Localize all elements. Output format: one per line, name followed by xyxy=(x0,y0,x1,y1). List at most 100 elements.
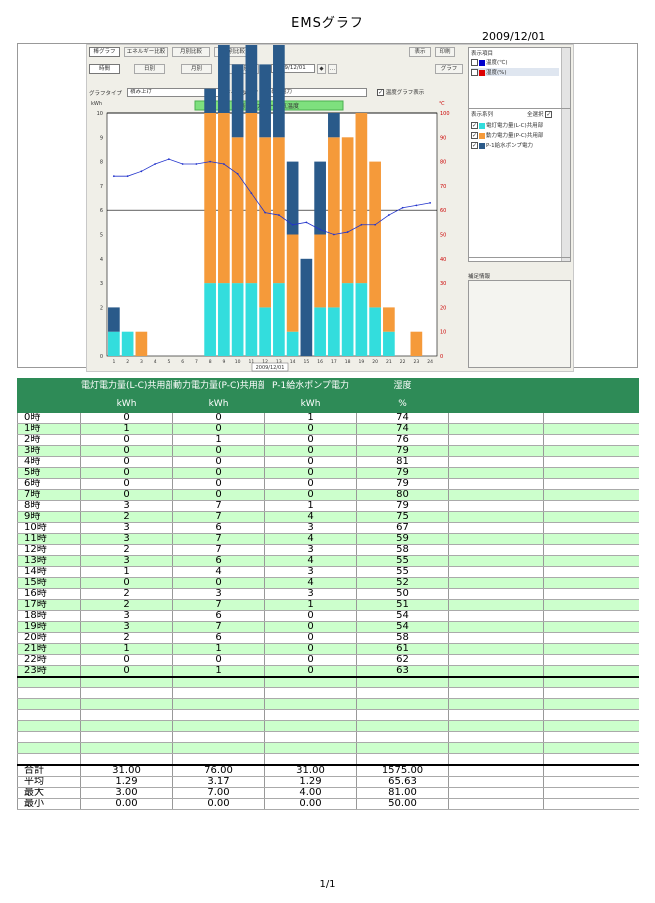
right-axis-unit: ℃ xyxy=(439,101,445,107)
summary-value: 1.29 xyxy=(80,776,173,788)
table-row: 20時 2 6 0 58 xyxy=(17,632,639,644)
empty-cell xyxy=(264,742,357,754)
scrollbar[interactable] xyxy=(561,109,570,257)
value-cell: 4 xyxy=(264,533,357,545)
series-row-lighting[interactable]: ✓ 電灯電力量(L-C)共用部 xyxy=(471,121,543,129)
summary-value: 65.63 xyxy=(356,776,449,788)
checkbox-icon[interactable] xyxy=(471,59,478,66)
value-cell: 3 xyxy=(80,500,173,512)
value-cell xyxy=(448,599,544,611)
table-row: 22時 0 0 0 62 xyxy=(17,654,639,666)
bar-segment xyxy=(218,113,230,284)
bar-chart: 消費電力量・外気温度02345678910kWh0102030405060708… xyxy=(91,45,450,372)
table-row: 1時 1 0 0 74 xyxy=(17,423,639,435)
x-tick-label: 16 xyxy=(317,359,323,365)
empty-cell xyxy=(80,675,173,688)
x-tick-label: 7 xyxy=(195,359,198,365)
empty-cell xyxy=(448,675,544,688)
bar-segment xyxy=(273,137,285,284)
checkbox-icon[interactable]: ✓ xyxy=(471,132,478,139)
empty-cell xyxy=(356,698,449,710)
value-cell: 1 xyxy=(80,566,173,578)
value-cell xyxy=(543,412,639,424)
value-cell: 2 xyxy=(80,632,173,644)
humidity-point xyxy=(346,231,349,233)
summary-row: 最大 3.00 7.00 4.00 81.00 xyxy=(17,787,639,799)
value-cell: 54 xyxy=(356,610,449,622)
hour-cell: 10時 xyxy=(17,522,81,534)
value-cell xyxy=(543,445,639,457)
bar-segment xyxy=(218,45,230,113)
select-all-toggle[interactable]: 全選択 ✓ xyxy=(527,110,553,118)
item-row-temp[interactable]: 温度(℃) xyxy=(471,58,507,66)
empty-row xyxy=(17,709,639,721)
bar-segment xyxy=(341,283,354,356)
value-cell: 55 xyxy=(356,555,449,567)
table-unit-row: kWh kWh kWh % xyxy=(17,395,639,413)
value-cell: 61 xyxy=(356,643,449,655)
empty-cell xyxy=(80,720,173,732)
hour-cell: 23時 xyxy=(17,665,81,677)
checkbox-icon[interactable]: ✓ xyxy=(471,122,478,129)
value-cell: 6 xyxy=(172,522,265,534)
series-row-power[interactable]: ✓ 動力電力量(P-C)共用部 xyxy=(471,131,543,139)
value-cell: 80 xyxy=(356,489,449,501)
value-cell xyxy=(448,577,544,589)
bar-segment xyxy=(231,137,244,284)
hour-cell: 7時 xyxy=(17,489,81,501)
humidity-point xyxy=(154,163,157,165)
bar-segment xyxy=(231,283,244,356)
value-cell xyxy=(448,445,544,457)
value-cell xyxy=(448,665,544,677)
value-cell: 0 xyxy=(172,467,265,479)
value-cell: 7 xyxy=(172,511,265,523)
value-cell: 0 xyxy=(264,456,357,468)
empty-cell xyxy=(448,709,544,721)
series-row-pump[interactable]: ✓ P-1給水ポンプ電力 xyxy=(471,141,533,149)
hour-cell: 16時 xyxy=(17,588,81,600)
humidity-point xyxy=(319,228,322,231)
value-cell: 76 xyxy=(356,434,449,446)
empty-cell xyxy=(356,687,449,699)
empty-cell xyxy=(17,709,81,721)
value-cell: 2 xyxy=(80,599,173,611)
y-tick-label: 5 xyxy=(100,233,103,239)
y2-tick-label: 70 xyxy=(440,184,446,190)
hour-cell: 11時 xyxy=(17,533,81,545)
value-cell xyxy=(448,610,544,622)
bar-segment xyxy=(108,307,120,332)
table-row: 5時 0 0 0 79 xyxy=(17,467,639,479)
value-cell: 0 xyxy=(80,577,173,589)
value-cell: 0 xyxy=(172,445,265,457)
value-cell: 62 xyxy=(356,654,449,666)
value-cell xyxy=(543,610,639,622)
humidity-point xyxy=(250,192,253,195)
report-date: 2009/12/01 xyxy=(482,30,546,43)
humidity-point xyxy=(332,233,335,236)
series-label: 動力電力量(P-C)共用部 xyxy=(486,133,544,139)
empty-cell xyxy=(80,731,173,743)
summary-value: 3.00 xyxy=(80,787,173,799)
hour-cell: 14時 xyxy=(17,566,81,578)
value-cell: 4 xyxy=(264,577,357,589)
checkbox-icon[interactable]: ✓ xyxy=(545,111,553,118)
table-header-row: 電灯電力量(L-C)共用部 動力電力量(P-C)共用部 P-1給水ポンプ電力 湿… xyxy=(17,378,639,396)
empty-cell xyxy=(356,720,449,732)
value-cell: 7 xyxy=(172,533,265,545)
y2-tick-label: 50 xyxy=(440,233,446,239)
value-cell: 7 xyxy=(172,599,265,611)
x-tick-label: 8 xyxy=(209,359,212,365)
table-row: 21時 1 1 0 61 xyxy=(17,643,639,655)
table-row: 16時 2 3 3 50 xyxy=(17,588,639,600)
empty-cell xyxy=(264,675,357,688)
item-row-humidity[interactable]: 湿度(%) xyxy=(471,68,559,76)
hour-cell: 2時 xyxy=(17,434,81,446)
y-tick-label: 7 xyxy=(100,184,103,190)
value-cell xyxy=(448,643,544,655)
value-cell xyxy=(543,555,639,567)
checkbox-icon[interactable]: ✓ xyxy=(471,142,478,149)
summary-row: 合計 31.00 76.00 31.00 1575.00 xyxy=(17,763,639,777)
value-cell: 0 xyxy=(172,412,265,424)
checkbox-icon[interactable] xyxy=(471,69,478,76)
y-tick-label: 2 xyxy=(100,305,103,311)
